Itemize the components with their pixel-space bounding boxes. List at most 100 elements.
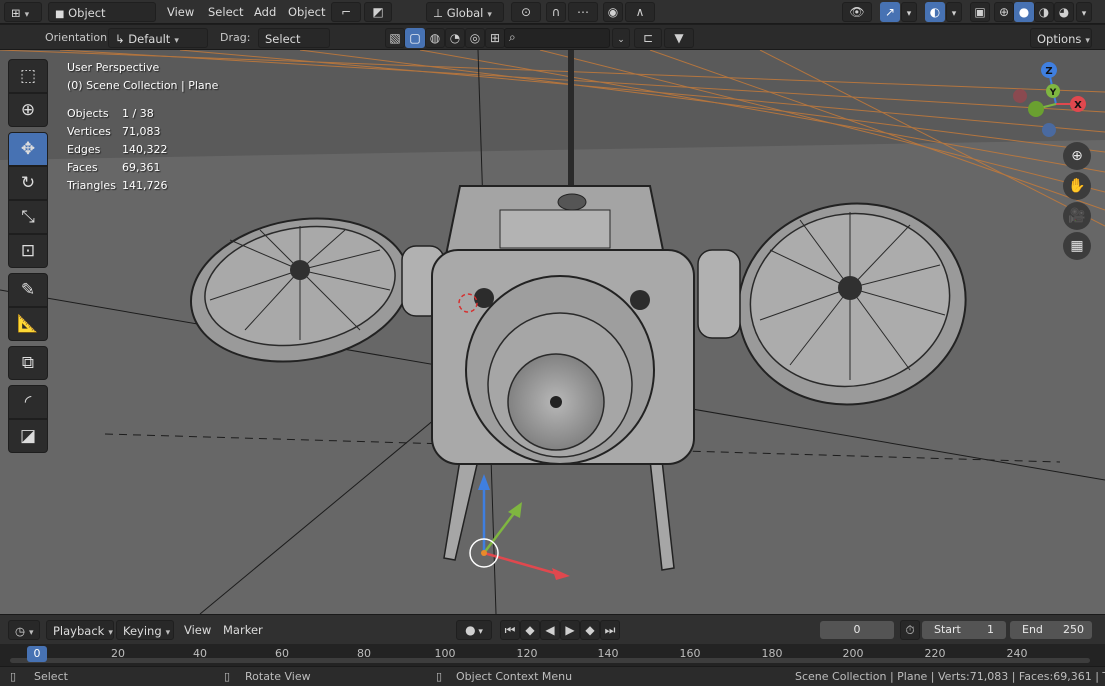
filter-select-toggle[interactable]: ▢	[405, 28, 425, 48]
filter-world-toggle[interactable]: ◎	[465, 28, 485, 48]
gizmo-toggle[interactable]: ↗	[880, 2, 900, 22]
mode-dropdown[interactable]: ■ Object Mode▾	[48, 2, 156, 42]
playback-menu[interactable]: Playback ▾	[46, 620, 114, 640]
filter-mesh-toggle[interactable]: ▧	[385, 28, 405, 48]
add-cube-tool[interactable]: ⧉	[8, 346, 48, 380]
snap-element-button[interactable]: ⌐	[331, 2, 361, 22]
measure-tool[interactable]: 📐	[8, 307, 48, 341]
stat-value: 140,322	[122, 143, 168, 156]
pan-view-button[interactable]: ✋	[1063, 172, 1091, 200]
rod	[568, 50, 574, 198]
overlays-toggle[interactable]: ◐	[925, 2, 945, 22]
snap-target-button[interactable]: ⋯	[568, 2, 598, 22]
menu-object[interactable]: Object	[288, 2, 325, 22]
menu-add[interactable]: Add	[254, 2, 276, 22]
orientation-axes-icon: ↳	[115, 32, 125, 46]
chevron-down-icon: ⌄	[617, 35, 625, 45]
filter-image-toggle[interactable]: ⊞	[485, 28, 505, 48]
shading-solid[interactable]: ●	[1014, 2, 1034, 22]
overlays-dropdown[interactable]: ▾	[946, 2, 962, 22]
gizmo-dropdown[interactable]: ▾	[901, 2, 917, 22]
filter-material-toggle[interactable]: ◔	[445, 28, 465, 48]
falloff-button[interactable]: ∧	[625, 2, 655, 22]
stopwatch-icon: ⏱	[905, 623, 915, 637]
inset-tool[interactable]: ◪	[8, 419, 48, 453]
ruler-tick: 220	[924, 647, 946, 660]
options-label: Options	[1037, 32, 1082, 46]
timeline-header: ◷ ▾ Playback ▾ Keying ▾ View Marker ● ▾ ⏮ ◆…	[0, 614, 1105, 644]
ruler-icon: 📐	[17, 314, 39, 334]
shading-wireframe[interactable]: ⊕	[994, 2, 1014, 22]
ruler-tick: 20	[111, 647, 125, 660]
next-keyframe-button[interactable]: ◆	[580, 620, 600, 640]
zoom-icon: ⊕	[1071, 148, 1083, 164]
marker-menu[interactable]: Marker	[223, 620, 263, 640]
sphere-icon: ◍	[429, 31, 441, 45]
xray-toggle[interactable]: ▣	[970, 2, 990, 22]
play-button[interactable]: ▶	[560, 620, 580, 640]
editor-type-button[interactable]: ⊞ ▾	[4, 2, 42, 22]
menu-select[interactable]: Select	[208, 2, 243, 22]
transform-tool[interactable]: ⊡	[8, 234, 48, 268]
pivot-point-button[interactable]: ⊙	[511, 2, 541, 22]
search-options[interactable]: ⌄	[612, 28, 630, 48]
sort-button[interactable]: ⊏	[634, 28, 662, 48]
gizmo-z-label: Z	[1045, 66, 1052, 77]
visibility-button[interactable]: 👁	[842, 2, 872, 22]
proportional-toggle[interactable]: ◉	[603, 2, 623, 22]
move-tool[interactable]: ✥	[8, 132, 48, 166]
menu-view[interactable]: View	[167, 2, 194, 22]
bevel-icon: ◜	[24, 392, 32, 412]
gizmo-y-label: Y	[1049, 88, 1057, 98]
options-dropdown[interactable]: Options ▾	[1030, 28, 1092, 48]
select-box-tool[interactable]: ⬚	[8, 59, 48, 93]
play-reverse-icon: ◀	[545, 623, 555, 637]
timeline-editor-type[interactable]: ◷ ▾	[8, 620, 40, 640]
jump-end-button[interactable]: ⏭	[600, 620, 620, 640]
drag-dropdown[interactable]: Select Box▾	[258, 28, 330, 66]
mouse-right-icon: ▯	[436, 670, 443, 683]
wireframe-icon: ⊕	[998, 5, 1010, 19]
ortho-toggle-button[interactable]: ▦	[1063, 232, 1091, 260]
timeline-ruler[interactable]: 20 40 60 80 100 120 140 160 180 200 220 …	[0, 644, 1105, 666]
drag-label: Drag:	[220, 31, 251, 44]
stat-value: 69,361	[122, 161, 161, 174]
end-frame-field[interactable]: End 250	[1010, 621, 1092, 639]
shading-rendered[interactable]: ◕	[1054, 2, 1074, 22]
stat-row: Triangles 141,726	[67, 177, 218, 195]
jump-start-button[interactable]: ⏮	[500, 620, 520, 640]
play-reverse-button[interactable]: ◀	[540, 620, 560, 640]
viewport-stats: User Perspective (0) Scene Collection | …	[67, 59, 218, 195]
annotate-tool[interactable]: ✎	[8, 273, 48, 307]
search-field[interactable]: ⌕	[504, 28, 610, 48]
zoom-view-button[interactable]: ⊕	[1063, 142, 1091, 170]
timeline-view-menu[interactable]: View	[184, 620, 211, 640]
filter-button[interactable]: ▼	[664, 28, 694, 48]
ruler-tick: 180	[761, 647, 783, 660]
proportional-edit-button[interactable]: ◩	[364, 2, 392, 22]
transform-orientation-dropdown[interactable]: ⊥ Global ▾	[426, 2, 504, 22]
scale-tool[interactable]: ⤡	[8, 200, 48, 234]
bevel-tool[interactable]: ◜	[8, 385, 48, 419]
shading-material[interactable]: ◑	[1034, 2, 1054, 22]
shading-dropdown[interactable]: ▾	[1076, 2, 1092, 22]
prev-keyframe-button[interactable]: ◆	[520, 620, 540, 640]
preview-range-toggle[interactable]: ⏱	[900, 620, 920, 640]
snap-toggle[interactable]: ∩	[546, 2, 566, 22]
chevron-down-icon: ▾	[165, 628, 171, 638]
camera-icon: 🎥	[1068, 208, 1086, 224]
cursor-tool[interactable]: ⊕	[8, 93, 48, 127]
orientation-dropdown[interactable]: ↳ Default ▾	[108, 28, 208, 48]
ruler-tick: 200	[842, 647, 864, 660]
eye-icon: 👁	[849, 5, 865, 19]
keying-menu[interactable]: Keying ▾	[116, 620, 174, 640]
auto-key-toggle[interactable]: ● ▾	[456, 620, 492, 640]
playhead[interactable]: 0	[27, 646, 47, 662]
ruler-tick: 80	[357, 647, 371, 660]
filter-sphere-toggle[interactable]: ◍	[425, 28, 445, 48]
camera-view-button[interactable]: 🎥	[1063, 202, 1091, 230]
current-frame-field[interactable]: 0	[820, 621, 894, 639]
3d-viewport[interactable]: Z Y X User Perspective (0) Scene Collect…	[0, 50, 1105, 614]
start-frame-field[interactable]: Start 1	[922, 621, 1006, 639]
rotate-tool[interactable]: ↻	[8, 166, 48, 200]
